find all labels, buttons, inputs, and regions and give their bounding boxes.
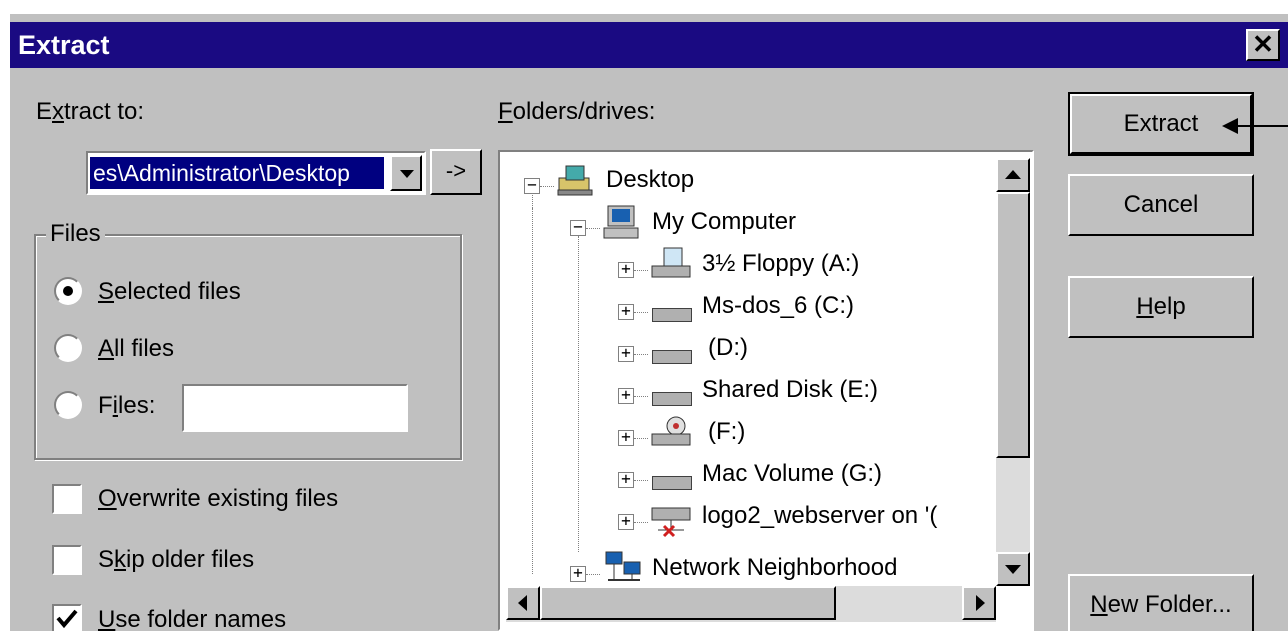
tree-connector xyxy=(634,396,648,397)
arrow-left-icon xyxy=(518,595,527,611)
collapse-desktop-button[interactable]: − xyxy=(524,177,540,194)
help-button[interactable]: Help xyxy=(1068,276,1254,338)
tree-connector xyxy=(634,354,648,355)
expand-e-drive-button[interactable]: + xyxy=(618,387,634,404)
tree-item-network-drive[interactable]: logo2_webserver on '( xyxy=(702,502,937,530)
extract-to-combobox[interactable]: es\Administrator\Desktop xyxy=(86,151,426,195)
cancel-button[interactable]: Cancel xyxy=(1068,174,1254,236)
close-icon: ✕ xyxy=(1252,29,1274,59)
scroll-down-button[interactable] xyxy=(996,552,1030,586)
apply-path-button[interactable]: -> xyxy=(430,149,482,195)
drive-icon xyxy=(652,308,692,322)
tree-connector xyxy=(634,312,648,313)
folders-drives-label: Folders/drives: xyxy=(498,98,656,125)
network-icon xyxy=(605,551,641,581)
expand-floppy-button[interactable]: + xyxy=(618,261,634,278)
tree-item-f-drive[interactable]: (F:) xyxy=(708,418,745,446)
extract-button-label: Extract xyxy=(1123,110,1199,137)
use-folder-names-label[interactable]: Use folder names xyxy=(98,606,286,631)
expand-c-drive-button[interactable]: + xyxy=(618,303,634,320)
expand-network-drive-button[interactable]: + xyxy=(618,513,634,530)
radio-files-label[interactable]: Files: xyxy=(98,392,155,420)
horizontal-scroll-thumb[interactable] xyxy=(540,586,836,620)
radio-files[interactable] xyxy=(54,391,82,419)
tree-item-network-neighborhood[interactable]: Network Neighborhood xyxy=(652,554,897,582)
skip-older-label[interactable]: Skip older files xyxy=(98,546,254,574)
cd-icon xyxy=(651,416,691,446)
extract-to-value[interactable]: es\Administrator\Desktop xyxy=(90,157,384,189)
tree-item-my-computer[interactable]: My Computer xyxy=(652,208,796,236)
scroll-right-button[interactable] xyxy=(962,586,996,620)
tree-connector xyxy=(540,186,554,187)
title-bar[interactable]: Extract ✕ xyxy=(10,22,1288,68)
tree-item-e-drive[interactable]: Shared Disk (E:) xyxy=(702,376,878,404)
expand-g-drive-button[interactable]: + xyxy=(618,471,634,488)
radio-all-files[interactable] xyxy=(54,334,82,362)
radio-selected-files[interactable] xyxy=(54,277,82,305)
desktop-icon xyxy=(557,165,593,196)
tree-horizontal-scrollbar[interactable] xyxy=(506,586,996,622)
drive-icon xyxy=(652,392,692,406)
files-pattern-input[interactable] xyxy=(182,384,408,432)
arrow-down-icon xyxy=(1005,565,1021,574)
dialog-title: Extract xyxy=(18,30,110,60)
radio-dot-icon xyxy=(63,286,73,296)
computer-icon xyxy=(603,205,639,239)
expand-f-drive-button[interactable]: + xyxy=(618,429,634,446)
scroll-left-button[interactable] xyxy=(506,586,540,620)
close-button[interactable]: ✕ xyxy=(1246,29,1280,61)
tree-connector xyxy=(634,438,648,439)
radio-all-files-label[interactable]: All files xyxy=(98,335,174,363)
new-folder-button[interactable]: New Folder... xyxy=(1068,574,1254,631)
expand-d-drive-button[interactable]: + xyxy=(618,345,634,362)
extract-dialog: Extract ✕ Extract to: es\Administrator\D… xyxy=(10,14,1288,631)
tree-connector xyxy=(578,236,579,552)
skip-older-checkbox[interactable] xyxy=(52,545,82,575)
tree-connector xyxy=(634,270,648,271)
tree-item-g-drive[interactable]: Mac Volume (G:) xyxy=(702,460,882,488)
chevron-down-icon xyxy=(400,170,414,178)
drive-icon xyxy=(652,476,692,490)
tree-item-c-drive[interactable]: Ms-dos_6 (C:) xyxy=(702,292,854,320)
overwrite-checkbox[interactable] xyxy=(52,484,82,514)
extract-to-label: Extract to: xyxy=(36,98,145,125)
expand-network-neighborhood-button[interactable]: + xyxy=(570,565,586,582)
floppy-icon xyxy=(651,247,691,278)
arrow-up-icon xyxy=(1005,170,1021,179)
tree-item-floppy[interactable]: 3½ Floppy (A:) xyxy=(702,250,859,278)
folders-tree[interactable]: − Desktop − My Computer + 3½ Floppy (A:)… xyxy=(498,150,1034,631)
pointer-arrow-icon xyxy=(1222,118,1288,134)
tree-connector xyxy=(634,522,648,523)
scroll-up-button[interactable] xyxy=(996,158,1030,192)
checkmark-icon xyxy=(56,609,78,629)
collapse-my-computer-button[interactable]: − xyxy=(570,219,586,236)
tree-connector xyxy=(532,208,533,574)
arrow-right-icon xyxy=(976,595,985,611)
combo-dropdown-button[interactable] xyxy=(390,155,422,191)
tree-connector xyxy=(634,480,648,481)
radio-selected-files-label[interactable]: Selected files xyxy=(98,278,241,306)
files-group-label: Files xyxy=(46,220,105,248)
tree-vertical-scrollbar[interactable] xyxy=(996,158,1030,586)
overwrite-label[interactable]: Overwrite existing files xyxy=(98,485,338,513)
use-folder-names-checkbox[interactable] xyxy=(52,604,82,631)
tree-item-desktop[interactable]: Desktop xyxy=(606,166,694,194)
tree-connector xyxy=(586,574,600,575)
drive-icon xyxy=(652,350,692,364)
tree-connector xyxy=(586,228,600,229)
tree-item-d-drive[interactable]: (D:) xyxy=(708,334,748,362)
network-drive-icon xyxy=(651,507,691,538)
vertical-scroll-thumb[interactable] xyxy=(996,192,1030,458)
